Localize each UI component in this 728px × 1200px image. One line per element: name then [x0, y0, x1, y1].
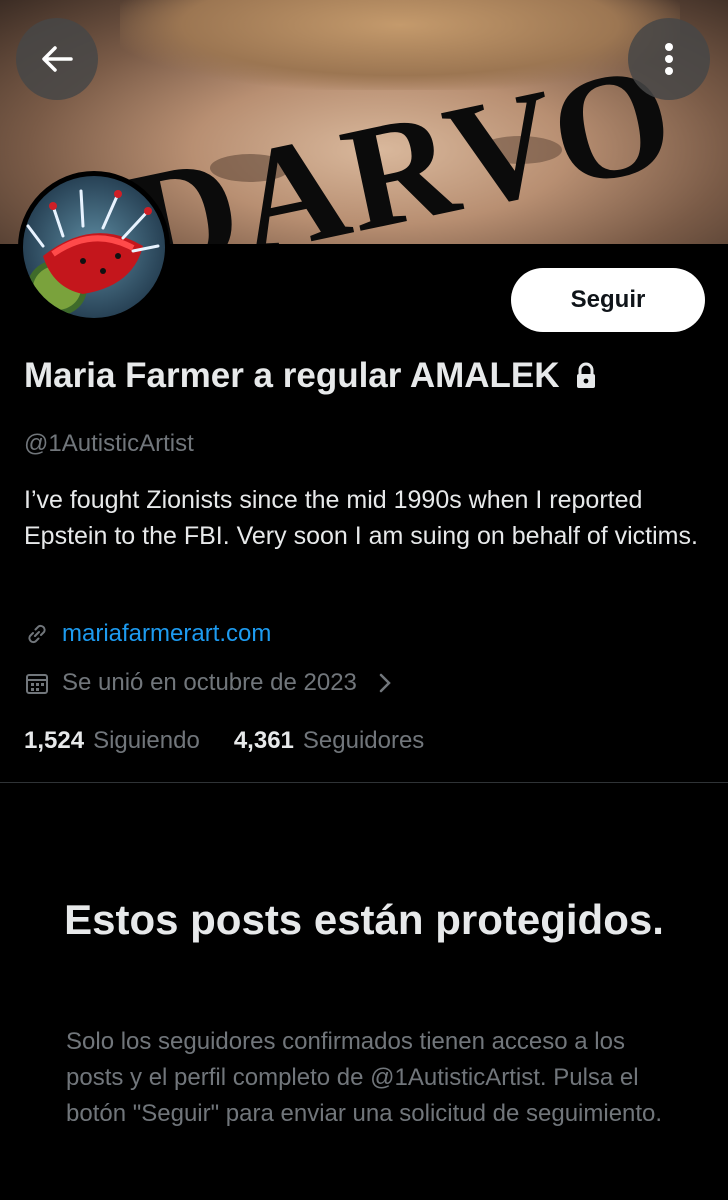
divider: [0, 782, 728, 783]
website-row: mariafarmerart.com: [24, 620, 271, 648]
display-name: Maria Farmer a regular AMALEK: [24, 356, 560, 395]
link-icon: [28, 624, 46, 644]
lock-icon: [576, 362, 595, 388]
joined-row[interactable]: Se unió en octubre de 2023: [24, 669, 393, 697]
followers-count: 4,361: [233, 727, 294, 754]
avatar-image: [23, 176, 165, 318]
name-row: Maria Farmer a regular AMALEK: [24, 356, 598, 396]
protected-body: Solo los seguidores confirmados tienen a…: [66, 1028, 663, 1127]
followers-label: Seguidores: [302, 727, 425, 754]
avatar[interactable]: [18, 171, 170, 323]
joined-date: Se unió en octubre de 2023: [62, 669, 357, 696]
more-vertical-icon: [665, 43, 673, 75]
followers-stat[interactable]: 4,361 Seguidores: [234, 727, 424, 755]
chevron-right-icon[interactable]: [377, 671, 393, 695]
following-count: 1,524: [24, 727, 85, 754]
more-options-button[interactable]: [628, 18, 710, 100]
calendar-icon: [26, 674, 48, 694]
follow-button[interactable]: Seguir: [511, 268, 705, 332]
website-link[interactable]: mariafarmerart.com: [62, 620, 271, 648]
arrow-left-icon: [42, 46, 73, 72]
protected-title: Estos posts están protegidos.: [64, 896, 664, 943]
user-handle: @1AutisticArtist: [24, 430, 194, 457]
follow-stats: 1,524 Siguiendo 4,361 Seguidores: [24, 727, 458, 755]
following-label: Siguiendo: [93, 727, 200, 754]
banner-overlay-text: DARVO: [114, 33, 688, 244]
following-stat[interactable]: 1,524 Siguiendo: [24, 727, 200, 755]
bio: I’ve fought Zionists since the mid 1990s…: [24, 486, 698, 550]
back-button[interactable]: [16, 18, 98, 100]
